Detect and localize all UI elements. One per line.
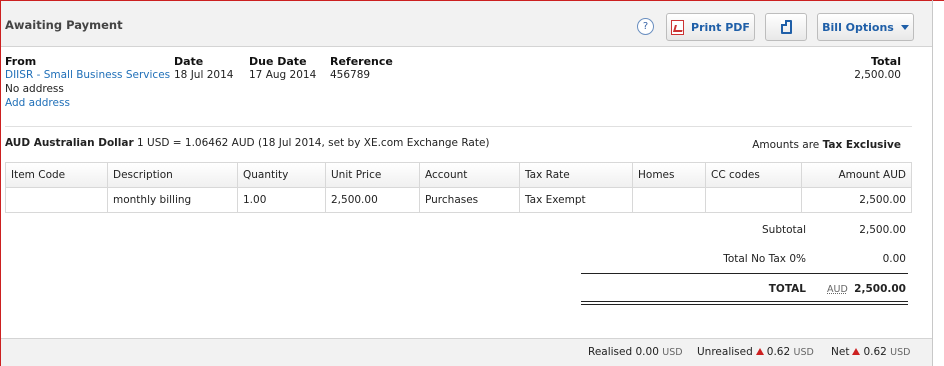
homes-cell [633,188,706,212]
unrealised-label: Unrealised [697,346,753,358]
up-triangle-icon [755,348,764,355]
column-header: Item Code [6,163,108,187]
due-date-label: Due Date [249,55,307,68]
net-item: Net 0.62 USD [831,346,910,358]
account-cell: Purchases [420,188,520,212]
column-header: Unit Price [326,163,420,187]
print-pdf-label: Print PDF [691,20,750,34]
unit-price-cell: 2,500.00 [326,188,420,212]
date-label: Date [174,55,204,68]
help-icon[interactable]: ? [637,18,654,35]
column-header: Tax Rate [520,163,633,187]
currency-code: AUD Australian Dollar [5,137,134,149]
quantity-cell: 1.00 [238,188,326,212]
address-text: No address [5,83,64,95]
grand-total-value: 2,500.00 [854,283,906,295]
total-double-rule-top [581,301,908,302]
grand-total-currency: AUD [827,284,848,295]
item-code-cell [6,188,108,212]
net-label: Net [831,346,850,358]
add-address-link[interactable]: Add address [5,97,70,109]
exchange-rate-text: 1 USD = 1.06462 AUD (18 Jul 2014, set by… [136,137,490,149]
table-row[interactable]: monthly billing 1.00 2,500.00 Purchases … [6,188,911,212]
currency-line: AUD Australian Dollar 1 USD = 1.06462 AU… [5,137,490,149]
column-header: Quantity [238,163,326,187]
divider [5,126,912,127]
description-cell: monthly billing [108,188,238,212]
copy-button[interactable] [765,13,807,41]
line-items-table: Item Code Description Quantity Unit Pric… [5,162,912,213]
no-tax-value: 0.00 [882,253,906,265]
tax-rate-cell: Tax Exempt [520,188,633,212]
footer-bar: Realised 0.00 USD Unrealised 0.62 USD Net… [1,338,932,366]
realised-currency: USD [662,347,683,358]
total-label: Total [870,55,901,68]
reference-label: Reference [330,55,393,68]
amounts-mode: Amounts are Tax Exclusive [752,139,901,151]
unrealised-item: Unrealised 0.62 USD [697,346,814,358]
up-triangle-icon [852,348,861,355]
column-header: Homes [633,163,706,187]
column-header: Amount AUD [838,169,906,181]
grand-total-value-wrap: AUD 2,500.00 [766,283,906,295]
totals-rule [581,273,908,274]
amounts-prefix: Amounts are [752,139,820,151]
realised-value: 0.00 [635,346,659,358]
total-double-rule-bottom [581,304,908,305]
unrealised-value: 0.62 [766,346,791,358]
table-header-row: Item Code Description Quantity Unit Pric… [6,163,911,188]
realised-label: Realised [588,346,633,358]
cc-codes-cell [706,188,802,212]
date-value: 18 Jul 2014 [174,69,234,81]
from-contact-link[interactable]: DIISR - Small Business Services [5,69,170,81]
header-bar: Awaiting Payment ? Print PDF Bill Option… [1,1,932,47]
column-header: Account [420,163,520,187]
net-currency: USD [890,347,911,358]
net-value: 0.62 [863,346,887,358]
chevron-down-icon [900,24,909,30]
no-tax-label: Total No Tax 0% [723,253,806,265]
total-value: 2,500.00 [854,69,901,81]
reference-value: 456789 [330,69,371,81]
invoice-panel: Awaiting Payment ? Print PDF Bill Option… [0,0,933,366]
copy-icon [780,20,792,34]
from-label: From [5,55,37,68]
realised-item: Realised 0.00 USD [588,346,683,358]
pdf-icon [671,19,685,35]
subtotal-label: Subtotal [762,224,806,236]
print-pdf-button[interactable]: Print PDF [666,13,755,41]
status-title: Awaiting Payment [5,18,123,32]
bill-options-button[interactable]: Bill Options [817,13,914,41]
amount-cell: 2,500.00 [859,194,906,206]
unrealised-currency: USD [793,347,814,358]
due-date-value: 17 Aug 2014 [249,69,317,81]
subtotal-value: 2,500.00 [859,224,906,236]
bill-options-label: Bill Options [822,20,894,34]
column-header: Description [108,163,238,187]
column-header: CC codes [706,163,802,187]
amounts-mode-value: Tax Exclusive [822,139,901,151]
